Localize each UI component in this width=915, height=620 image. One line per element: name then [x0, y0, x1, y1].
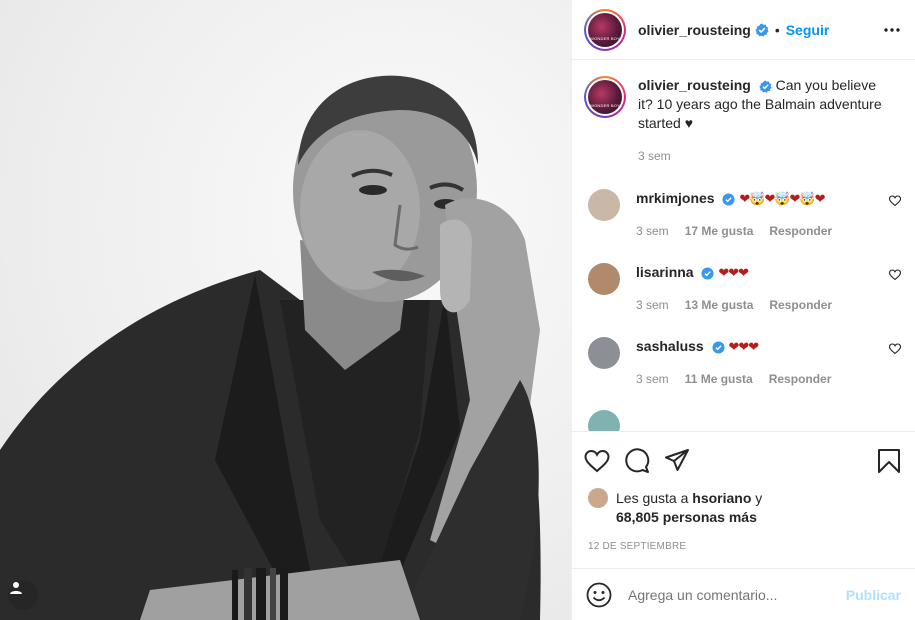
caption-username[interactable]: olivier_rousteing: [638, 77, 751, 93]
commenter-username[interactable]: lisarinna: [636, 264, 694, 280]
heart-icon[interactable]: [889, 343, 901, 355]
commenter-username[interactable]: sashaluss: [636, 338, 704, 354]
caption-body: olivier_rousteing Can you believe it? 10…: [638, 76, 888, 166]
tagged-user-icon[interactable]: [8, 580, 38, 610]
heart-icon[interactable]: [584, 449, 610, 473]
share-icon[interactable]: [664, 448, 690, 474]
caption: WONDER BOY olivier_rousteing Can you bel…: [584, 76, 901, 166]
commenter-avatar[interactable]: [588, 189, 620, 221]
comment-time: 3 sem: [636, 298, 669, 312]
liker-username[interactable]: hsoriano: [692, 490, 751, 506]
likes-prefix: Les gusta a: [616, 490, 689, 506]
likes-count[interactable]: 68,805 personas más: [616, 509, 757, 525]
comment-time: 3 sem: [636, 372, 669, 386]
likes-summary: Les gusta a hsoriano y 68,805 personas m…: [572, 488, 915, 527]
bookmark-icon[interactable]: [877, 448, 901, 474]
comment-item: lisarinna ❤❤❤ 3 sem 13 Me gusta Responde…: [584, 263, 901, 314]
comment-icon[interactable]: [624, 447, 650, 474]
reply-button[interactable]: Responder: [769, 222, 832, 240]
follow-button[interactable]: Seguir: [786, 22, 830, 38]
post-header: WONDER BOY olivier_rousteing • Seguir: [572, 0, 915, 60]
comment-time: 3 sem: [636, 224, 669, 238]
comment-likes[interactable]: 11 Me gusta: [685, 370, 753, 388]
post-actions: [572, 432, 915, 489]
commenter-avatar[interactable]: [588, 410, 620, 431]
heart-icon[interactable]: [889, 195, 901, 207]
comment-item-partial: [584, 410, 901, 431]
comment-text: ❤❤❤: [728, 339, 760, 354]
comment-text: ❤🤯❤🤯❤🤯❤: [739, 191, 825, 206]
author-username[interactable]: olivier_rousteing: [638, 22, 751, 38]
comment-item: mrkimjones ❤🤯❤🤯❤🤯❤ 3 sem 17 Me gusta Res…: [584, 189, 901, 240]
verified-badge-icon: [755, 23, 769, 37]
heart-icon[interactable]: [889, 269, 901, 281]
reply-button[interactable]: Responder: [769, 370, 832, 388]
portrait-illustration: [0, 75, 541, 620]
author-avatar[interactable]: WONDER BOY: [584, 8, 626, 51]
comment-text: ❤❤❤: [718, 265, 749, 280]
add-comment-bar: Publicar: [572, 568, 915, 620]
comment-likes[interactable]: 13 Me gusta: [685, 296, 754, 314]
post-photo[interactable]: [0, 0, 571, 620]
post-date[interactable]: 12 DE SEPTIEMBRE: [572, 541, 915, 552]
caption-time: 3 sem: [638, 149, 671, 163]
liker-avatar[interactable]: [588, 488, 608, 508]
instagram-post-view: WONDER BOY olivier_rousteing • Seguir WO…: [0, 0, 915, 620]
avatar-text: WONDER BOY: [590, 35, 620, 41]
more-options-icon[interactable]: [883, 27, 901, 33]
verified-badge-icon: [701, 267, 715, 280]
caption-avatar[interactable]: WONDER BOY: [584, 76, 626, 118]
avatar-text: WONDER BOY: [590, 103, 620, 108]
comments-section[interactable]: WONDER BOY olivier_rousteing Can you bel…: [572, 60, 915, 432]
publish-button[interactable]: Publicar: [846, 587, 901, 603]
comment-input[interactable]: [626, 585, 846, 604]
emoji-icon[interactable]: [586, 582, 612, 608]
separator-dot: •: [774, 21, 780, 38]
post-sidebar: WONDER BOY olivier_rousteing • Seguir WO…: [571, 0, 915, 620]
commenter-avatar[interactable]: [588, 337, 620, 369]
commenter-avatar[interactable]: [588, 263, 620, 295]
comment-item: sashaluss ❤❤❤ 3 sem 11 Me gusta Responde…: [584, 337, 901, 388]
verified-badge-icon: [759, 80, 772, 93]
commenter-username[interactable]: mrkimjones: [636, 190, 715, 206]
verified-badge-icon: [722, 193, 736, 206]
likes-suffix: y: [755, 490, 763, 506]
verified-badge-icon: [712, 341, 725, 354]
reply-button[interactable]: Responder: [769, 296, 832, 314]
comment-likes[interactable]: 17 Me gusta: [685, 222, 754, 240]
